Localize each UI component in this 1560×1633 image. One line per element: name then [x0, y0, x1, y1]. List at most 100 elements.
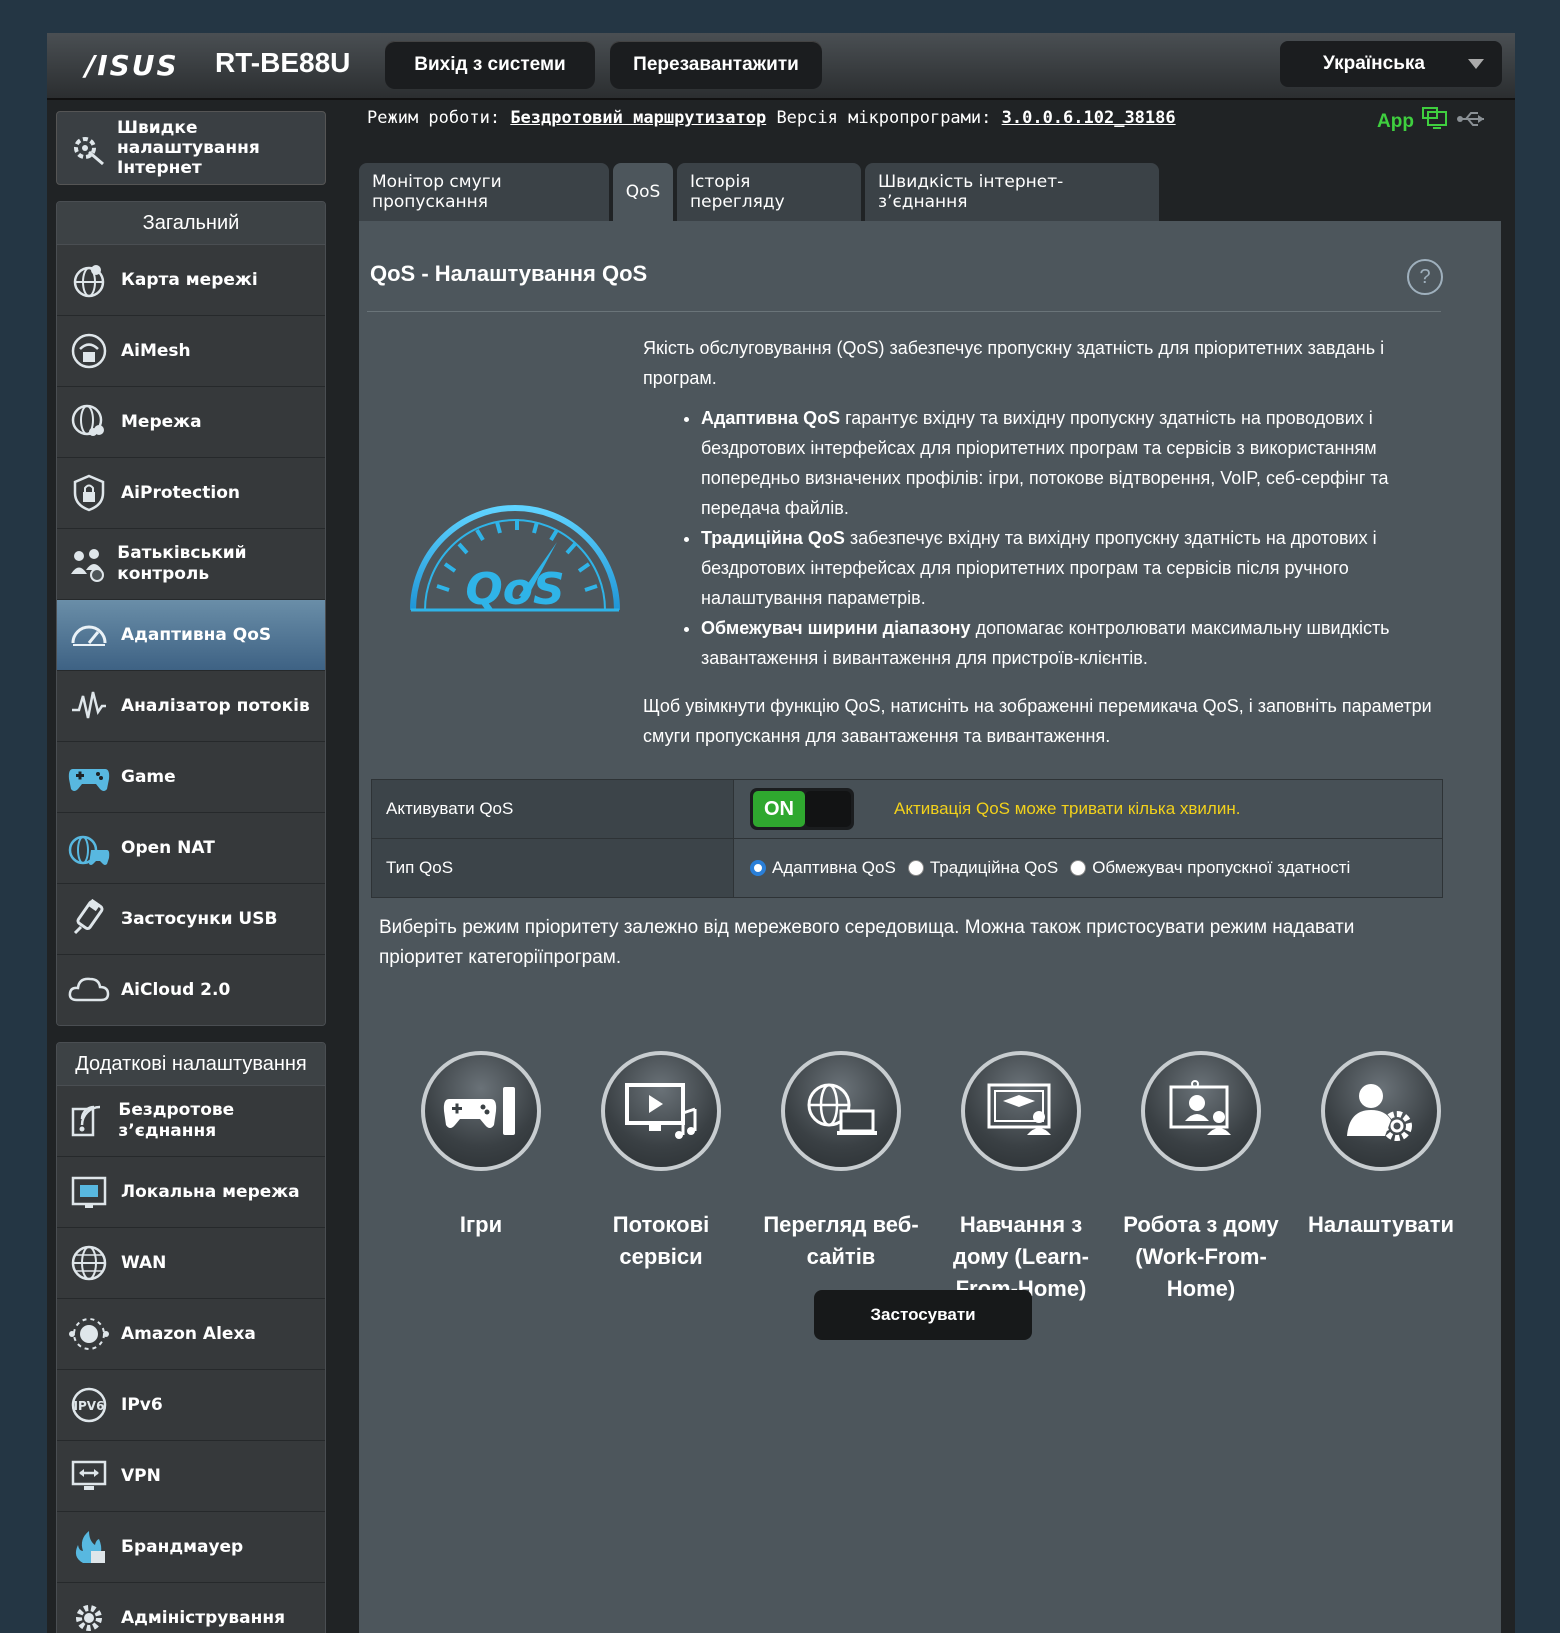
radio-bandwidth-limiter[interactable]: Обмежувач пропускної здатності — [1070, 858, 1350, 878]
sidebar-item-label: Локальна мережа — [121, 1181, 300, 1202]
asus-logo: /ISUS — [85, 49, 179, 82]
gauge-text: QoS — [465, 564, 564, 615]
sidebar-item-aimesh[interactable]: AiMesh — [57, 316, 325, 387]
mode-streaming[interactable]: Потокові сервіси — [571, 1051, 751, 1305]
logout-button[interactable]: Вихід з системи — [385, 41, 595, 89]
radio-adaptive-qos[interactable]: Адаптивна QoS — [750, 858, 896, 878]
sidebar-item-vpn[interactable]: VPN — [57, 1441, 325, 1512]
quick-internet-setup[interactable]: Швидке налаштування Інтернет — [56, 111, 326, 185]
alexa-icon — [67, 1312, 111, 1356]
toggle-on-label: ON — [753, 791, 805, 827]
priority-mode-cards: Ігри Потокові сервіси Перегляд веб-сайті… — [391, 1051, 1471, 1305]
sidebar-item-firewall[interactable]: Брандмауер — [57, 1512, 325, 1583]
network-map-icon — [67, 258, 111, 302]
firmware-version-link[interactable]: 3.0.0.6.102_38186 — [1002, 108, 1176, 128]
qos-type-label: Тип QoS — [372, 839, 734, 897]
customize-icon — [1321, 1051, 1441, 1171]
tab-web-history[interactable]: Історія перегляду — [677, 163, 861, 221]
tab-bandwidth-monitor[interactable]: Монітор смуги пропускання — [359, 163, 609, 221]
sidebar-item-aiprotection[interactable]: AiProtection — [57, 458, 325, 529]
traffic-analyzer-icon — [67, 684, 111, 728]
advanced-title: Додаткові налаштування — [57, 1043, 325, 1086]
wireless-icon — [67, 1099, 108, 1143]
qos-settings-table: Активувати QoS ON Активація QoS може три… — [371, 779, 1443, 898]
sidebar-item-label: Адміністрування — [121, 1607, 285, 1628]
advanced-group: Додаткові налаштування Бездротове з’єдна… — [56, 1042, 326, 1633]
status-line: Режим роботи: Бездротовий маршрутизатор … — [367, 108, 1176, 128]
enable-qos-label: Активувати QoS — [372, 780, 734, 838]
sidebar-item-label: Amazon Alexa — [121, 1323, 256, 1344]
sidebar-item-administration[interactable]: Адміністрування — [57, 1583, 325, 1633]
top-bar: /ISUS RT-BE88U Вихід з системи Перезаван… — [47, 33, 1515, 100]
sidebar-item-adaptive-qos[interactable]: Адаптивна QoS — [57, 600, 325, 671]
web-surfing-icon — [781, 1051, 901, 1171]
language-select[interactable]: Українська — [1280, 41, 1502, 87]
mode-label: Перегляд веб-сайтів — [763, 1212, 919, 1269]
open-nat-icon — [67, 826, 111, 870]
sidebar-item-label: Open NAT — [121, 837, 215, 858]
mode-label: Режим роботи: — [367, 108, 501, 128]
quick-setup-label: Швидке налаштування Інтернет — [117, 118, 260, 178]
tab-bar: Монітор смуги пропускання QoS Історія пе… — [359, 163, 1159, 221]
qos-panel: QoS - Налаштування QoS ? QoS Якість обсл… — [359, 221, 1501, 1633]
sidebar-item-amazon-alexa[interactable]: Amazon Alexa — [57, 1299, 325, 1370]
mode-learn-from-home[interactable]: Навчання з дому (Learn-From-Home) — [931, 1051, 1111, 1305]
language-value: Українська — [1323, 53, 1425, 74]
page-title: QoS - Налаштування QoS — [370, 261, 648, 286]
mode-work-from-home[interactable]: Робота з дому (Work-From-Home) — [1111, 1051, 1291, 1305]
parental-control-icon — [67, 542, 107, 586]
ipv6-icon: IPV6 — [67, 1383, 111, 1427]
mode-label: Робота з дому (Work-From-Home) — [1123, 1212, 1279, 1301]
qos-gauge-logo: QoS — [407, 486, 623, 621]
usb-status-icon — [1456, 109, 1486, 134]
sidebar-item-label: AiCloud 2.0 — [121, 979, 231, 1000]
enable-warning: Активація QoS може тривати кілька хвилин… — [894, 799, 1241, 818]
sidebar-item-open-nat[interactable]: Open NAT — [57, 813, 325, 884]
radio-label: Адаптивна QoS — [772, 858, 896, 877]
sidebar-item-aicloud[interactable]: AiCloud 2.0 — [57, 955, 325, 1025]
table-row: Тип QoS Адаптивна QoS Традиційна QoS Обм… — [372, 839, 1442, 897]
svg-text:IPV6: IPV6 — [74, 1399, 105, 1413]
app-status[interactable]: App — [1377, 107, 1486, 136]
mode-gaming[interactable]: Ігри — [391, 1051, 571, 1305]
help-icon[interactable]: ? — [1407, 259, 1443, 295]
mode-label: Ігри — [459, 1212, 503, 1237]
sidebar-item-label: Бездротове з’єднання — [118, 1100, 235, 1141]
sidebar: Швидке налаштування Інтернет Загальний К… — [56, 111, 326, 1633]
gamepad-icon — [67, 755, 111, 799]
chevron-down-icon — [1468, 59, 1484, 69]
operation-mode-link[interactable]: Бездротовий маршрутизатор — [510, 108, 766, 128]
sidebar-item-traffic-analyzer[interactable]: Аналізатор потоків — [57, 671, 325, 742]
sidebar-item-network-map[interactable]: Карта мережі — [57, 245, 325, 316]
sidebar-item-usb-apps[interactable]: Застосунки USB — [57, 884, 325, 955]
radio-traditional-qos[interactable]: Традиційна QoS — [907, 858, 1058, 878]
mode-web-surfing[interactable]: Перегляд веб-сайтів — [751, 1051, 931, 1305]
mode-customize[interactable]: Налаштувати — [1291, 1051, 1471, 1305]
sidebar-item-label: AiMesh — [121, 340, 191, 361]
monitor-icon — [1421, 107, 1448, 136]
wizard-icon — [67, 126, 107, 170]
sidebar-item-label: VPN — [121, 1465, 161, 1486]
apply-button[interactable]: Застосувати — [814, 1290, 1032, 1340]
sidebar-item-game[interactable]: Game — [57, 742, 325, 813]
lan-icon — [67, 1170, 111, 1214]
sidebar-item-label: Брандмауер — [121, 1536, 244, 1557]
table-row: Активувати QoS ON Активація QoS може три… — [372, 780, 1442, 839]
general-group: Загальний Карта мережі AiMesh Мережа AiP… — [56, 201, 326, 1026]
tab-qos[interactable]: QoS — [613, 163, 673, 221]
sidebar-item-label: IPv6 — [121, 1394, 163, 1415]
sidebar-item-parental-control[interactable]: Батьківський контроль — [57, 529, 325, 600]
tab-speedtest[interactable]: Швидкість інтернет-з’єднання — [865, 163, 1159, 221]
sidebar-item-ipv6[interactable]: IPV6 IPv6 — [57, 1370, 325, 1441]
learn-from-home-icon — [961, 1051, 1081, 1171]
qos-toggle[interactable]: ON — [750, 788, 854, 830]
globe-icon — [67, 1241, 111, 1285]
sidebar-item-lan[interactable]: Локальна мережа — [57, 1157, 325, 1228]
sidebar-item-wan[interactable]: WAN — [57, 1228, 325, 1299]
aimesh-icon — [67, 329, 111, 373]
reboot-button[interactable]: Перезавантажити — [610, 41, 822, 89]
work-from-home-icon — [1141, 1051, 1261, 1171]
sidebar-item-label: Мережа — [121, 411, 202, 432]
sidebar-item-wireless[interactable]: Бездротове з’єднання — [57, 1086, 325, 1157]
sidebar-item-network[interactable]: Мережа — [57, 387, 325, 458]
